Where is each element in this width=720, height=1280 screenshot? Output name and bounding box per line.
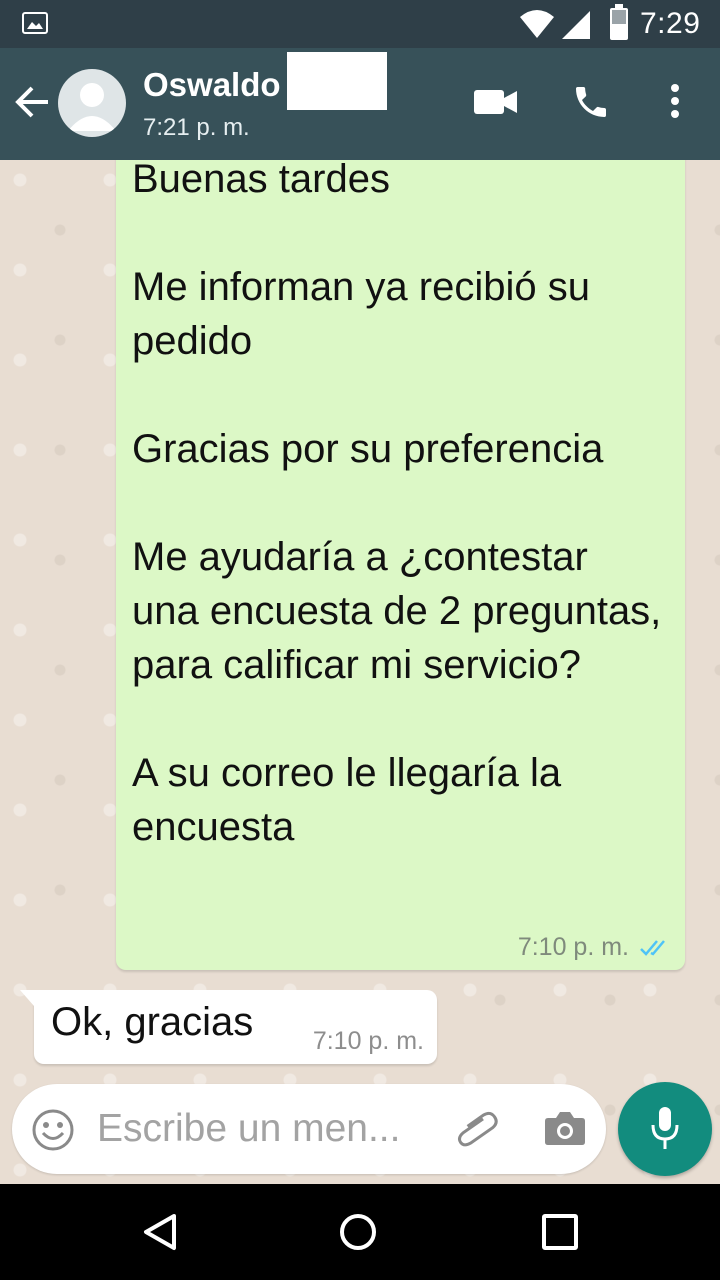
message-time: 7:10 p. m. <box>517 933 629 961</box>
mic-button[interactable] <box>618 1082 712 1176</box>
more-options-icon[interactable] <box>665 84 685 124</box>
attach-icon[interactable] <box>455 1108 499 1152</box>
status-clock: 7:29 <box>640 7 701 40</box>
battery-icon <box>610 4 628 40</box>
wifi-icon <box>520 10 554 38</box>
incoming-message[interactable]: Ok, gracias 7:10 p. m. <box>20 990 437 1064</box>
status-bar: 7:29 <box>0 0 720 48</box>
signal-icon <box>562 11 590 39</box>
nav-recents-icon[interactable] <box>542 1214 578 1250</box>
message-time: 7:10 p. m. <box>312 1027 424 1055</box>
message-input[interactable]: Escribe un men... <box>97 1107 400 1151</box>
contact-name[interactable]: Oswaldo <box>143 66 281 104</box>
double-check-icon <box>640 940 665 957</box>
nav-home-icon[interactable] <box>340 1214 376 1250</box>
nav-back-icon[interactable] <box>142 1212 178 1252</box>
last-seen-text: 7:21 p. m. <box>143 114 250 141</box>
chat-area[interactable]: Buenas tardes Me informan ya recibió su … <box>0 160 720 1184</box>
message-text: Ok, gracias <box>51 1000 254 1044</box>
avatar-icon[interactable] <box>58 69 126 137</box>
emoji-icon[interactable] <box>31 1108 75 1152</box>
outgoing-message[interactable]: Buenas tardes Me informan ya recibió su … <box>116 160 685 970</box>
back-arrow-icon[interactable] <box>12 78 52 126</box>
message-meta: 7:10 p. m. <box>518 933 671 962</box>
image-icon <box>22 12 48 34</box>
message-composer[interactable]: Escribe un men... <box>12 1084 606 1174</box>
redacted-area <box>287 52 387 110</box>
camera-icon[interactable] <box>544 1110 586 1146</box>
message-text: Buenas tardes Me informan ya recibió su … <box>132 160 662 849</box>
system-nav-bar <box>0 1184 720 1280</box>
video-call-icon[interactable] <box>474 88 518 116</box>
mic-icon <box>651 1107 679 1149</box>
phone-icon[interactable] <box>571 82 611 122</box>
chat-header: Oswaldo 7:21 p. m. <box>0 48 720 160</box>
